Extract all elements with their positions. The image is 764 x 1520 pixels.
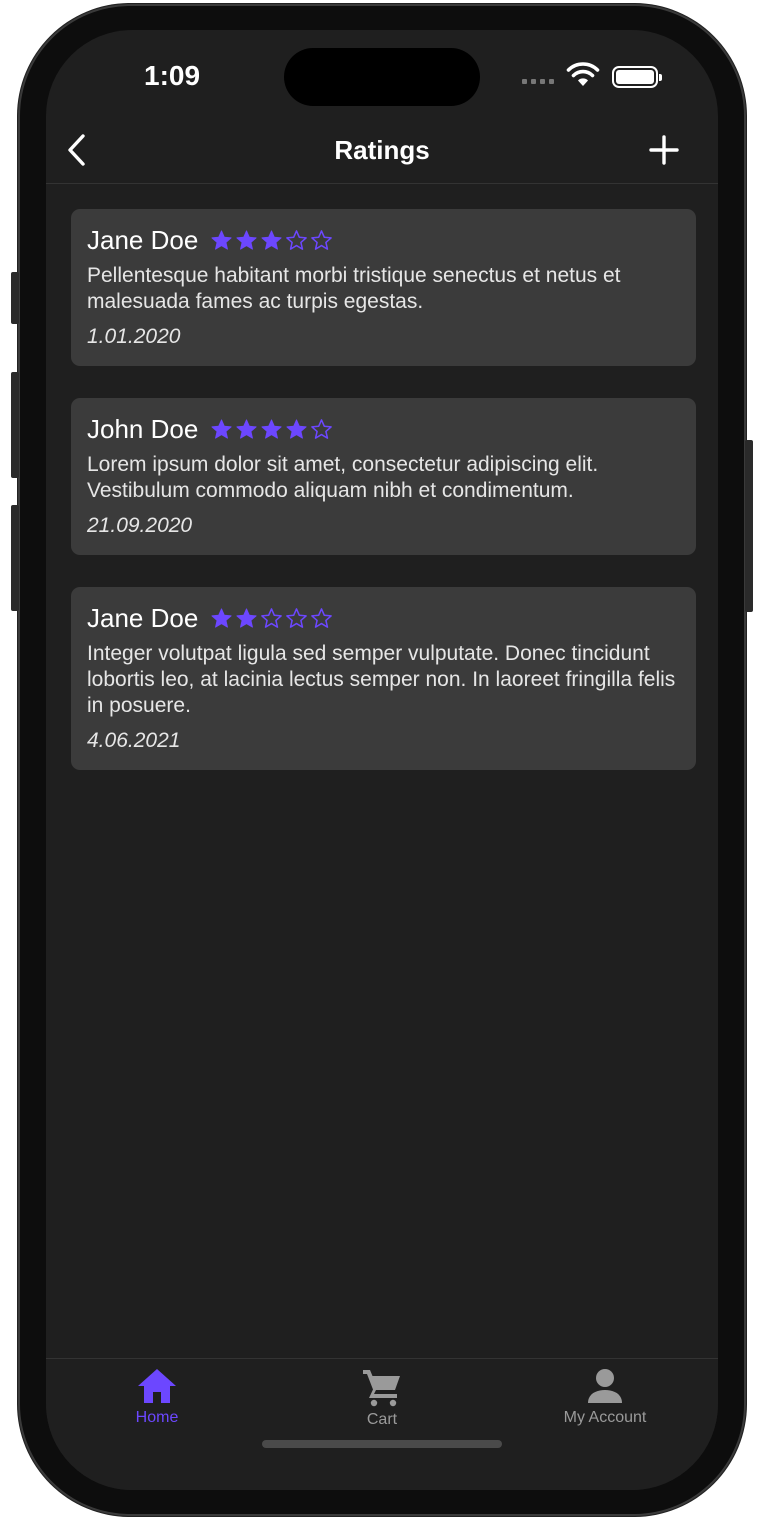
rating-author: Jane Doe (87, 224, 199, 255)
rating-card[interactable]: Jane Doe Pellentesque habitant morbi tri… (71, 209, 696, 366)
status-time: 1:09 (144, 60, 201, 91)
rating-date: 1.01.2020 (87, 325, 181, 348)
home-indicator (262, 1440, 502, 1448)
star-rating (210, 418, 333, 441)
tab-label: My Account (563, 1409, 647, 1426)
star-rating (210, 607, 333, 630)
phone-side-button (11, 505, 19, 611)
phone-side-button (11, 372, 19, 478)
star-empty-icon (311, 229, 333, 250)
add-rating-button[interactable] (644, 130, 684, 170)
tab-home[interactable]: Home (77, 1367, 237, 1427)
star-filled-icon (261, 418, 282, 439)
wifi-icon (566, 62, 600, 93)
rating-comment: Integer volutpat ligula sed semper vulpu… (87, 642, 676, 717)
tab-bar: Home Cart My Account (46, 1358, 718, 1490)
nav-header: Ratings (46, 118, 718, 184)
rating-card[interactable]: Jane Doe Integer volutpat ligula sed sem… (71, 587, 696, 770)
dynamic-island (284, 48, 480, 106)
phone-side-button (745, 440, 753, 612)
star-filled-icon (236, 229, 257, 250)
phone-side-button (11, 272, 19, 324)
home-icon (138, 1369, 176, 1403)
star-empty-icon (311, 607, 333, 628)
cart-icon (363, 1370, 400, 1407)
rating-card[interactable]: John Doe Lorem ipsum dolor sit amet, con… (71, 398, 696, 555)
tab-label: Cart (366, 1411, 398, 1428)
rating-date: 21.09.2020 (87, 514, 193, 537)
battery-icon (612, 66, 662, 88)
star-empty-icon (261, 607, 283, 628)
star-empty-icon (286, 229, 308, 250)
cellular-signal-icon (522, 79, 554, 84)
star-filled-icon (211, 418, 232, 439)
star-empty-icon (311, 418, 333, 439)
star-filled-icon (211, 607, 232, 628)
page-title: Ratings (334, 135, 430, 165)
rating-comment: Pellentesque habitant morbi tristique se… (87, 264, 621, 313)
star-filled-icon (236, 418, 257, 439)
rating-author: John Doe (87, 413, 199, 444)
plus-icon (649, 135, 679, 165)
tab-label: Home (135, 1409, 179, 1426)
tab-my-account[interactable]: My Account (525, 1367, 685, 1427)
rating-author: Jane Doe (87, 602, 199, 633)
star-filled-icon (286, 418, 307, 439)
account-icon (588, 1369, 622, 1403)
rating-date: 4.06.2021 (87, 729, 181, 752)
star-empty-icon (286, 607, 308, 628)
star-filled-icon (211, 229, 232, 250)
app-screen: 1:09 Ratings Jane Doe Pellentesque habit… (46, 30, 718, 1490)
ratings-list: Jane Doe Pellentesque habitant morbi tri… (71, 209, 696, 802)
star-filled-icon (236, 607, 257, 628)
star-filled-icon (261, 229, 282, 250)
star-rating (210, 229, 333, 252)
rating-comment: Lorem ipsum dolor sit amet, consectetur … (87, 453, 599, 502)
tab-cart[interactable]: Cart (302, 1367, 462, 1429)
